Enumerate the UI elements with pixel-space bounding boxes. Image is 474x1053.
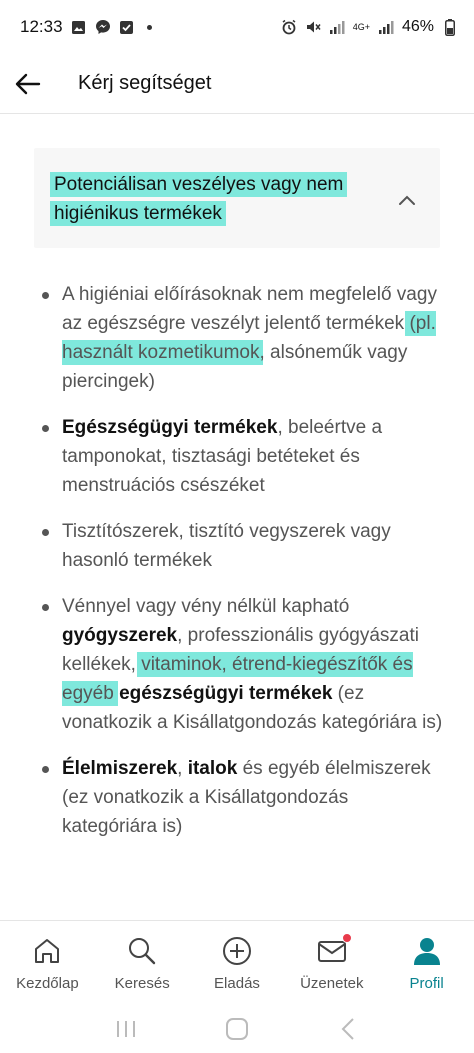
profile-icon bbox=[413, 938, 440, 965]
search-icon bbox=[129, 938, 156, 965]
system-navigation bbox=[0, 1004, 474, 1053]
app-bar: Kérj segítséget bbox=[0, 54, 474, 114]
back-button[interactable] bbox=[0, 54, 60, 114]
status-bar: 12:33 4G+ 46% bbox=[0, 0, 474, 54]
nav-sell-label: Eladás bbox=[214, 975, 260, 992]
messenger-icon bbox=[95, 19, 111, 35]
content-area[interactable]: Potenciálisan veszélyes vagy nem higiéni… bbox=[0, 114, 474, 920]
alarm-icon bbox=[281, 19, 297, 35]
recent-apps-button[interactable] bbox=[106, 1014, 146, 1044]
nav-search-label: Keresés bbox=[114, 975, 170, 992]
nav-profile-label: Profil bbox=[409, 975, 444, 992]
prohibited-items-list: A higiéniai előírásoknak nem megfelelő v… bbox=[34, 280, 444, 858]
unread-badge bbox=[341, 933, 352, 943]
battery-level: 46% bbox=[401, 18, 434, 35]
plus-circle-icon bbox=[222, 937, 251, 965]
accordion-title-line2: higiénikus termékek bbox=[50, 201, 226, 226]
page-title: Kérj segítséget bbox=[78, 72, 212, 94]
status-time: 12:33 bbox=[20, 17, 63, 36]
arrow-left-icon bbox=[15, 73, 41, 94]
list-item: Egészségügyi termékek, beleértve a tampo… bbox=[34, 413, 444, 500]
list-item: Vénnyel vagy vény nélkül kapható gyógysz… bbox=[34, 592, 444, 737]
checkbox-notification-icon bbox=[119, 19, 135, 35]
accordion-header[interactable]: Potenciálisan veszélyes vagy nem higiéni… bbox=[34, 148, 440, 248]
chevron-left-icon bbox=[341, 1017, 355, 1040]
list-item: A higiéniai előírásoknak nem megfelelő v… bbox=[34, 280, 444, 396]
network-type: 4G+ bbox=[352, 21, 370, 32]
chevron-up-icon bbox=[399, 195, 415, 205]
more-notifications-dot bbox=[146, 24, 152, 30]
signal-icon bbox=[329, 19, 345, 35]
battery-icon bbox=[442, 18, 458, 36]
nav-search[interactable]: Keresés bbox=[95, 921, 190, 1004]
accordion-title-line1: Potenciálisan veszélyes vagy nem bbox=[50, 172, 348, 197]
home-system-button[interactable] bbox=[217, 1014, 257, 1044]
nav-messages-label: Üzenetek bbox=[300, 975, 364, 992]
bottom-navigation: Kezdőlap Keresés Eladás Üzenetek Profil bbox=[0, 920, 474, 1004]
mail-icon bbox=[316, 933, 352, 967]
nav-home-label: Kezdőlap bbox=[16, 975, 79, 992]
home-icon bbox=[35, 939, 60, 963]
nav-sell[interactable]: Eladás bbox=[190, 921, 285, 1004]
nav-messages[interactable]: Üzenetek bbox=[284, 921, 379, 1004]
back-system-button[interactable] bbox=[328, 1014, 368, 1044]
mute-icon bbox=[305, 19, 321, 35]
list-item: Élelmiszerek, italok és egyéb élelmiszer… bbox=[34, 754, 444, 841]
home-square-icon bbox=[225, 1017, 248, 1040]
signal-icon-2 bbox=[378, 19, 394, 35]
list-item: Tisztítószerek, tisztító vegyszerek vagy… bbox=[34, 517, 444, 575]
nav-home[interactable]: Kezdőlap bbox=[0, 921, 95, 1004]
recent-apps-icon bbox=[116, 1020, 135, 1037]
nav-profile[interactable]: Profil bbox=[379, 921, 474, 1004]
accordion-title: Potenciálisan veszélyes vagy nem higiéni… bbox=[50, 170, 394, 228]
gallery-icon bbox=[71, 19, 87, 35]
